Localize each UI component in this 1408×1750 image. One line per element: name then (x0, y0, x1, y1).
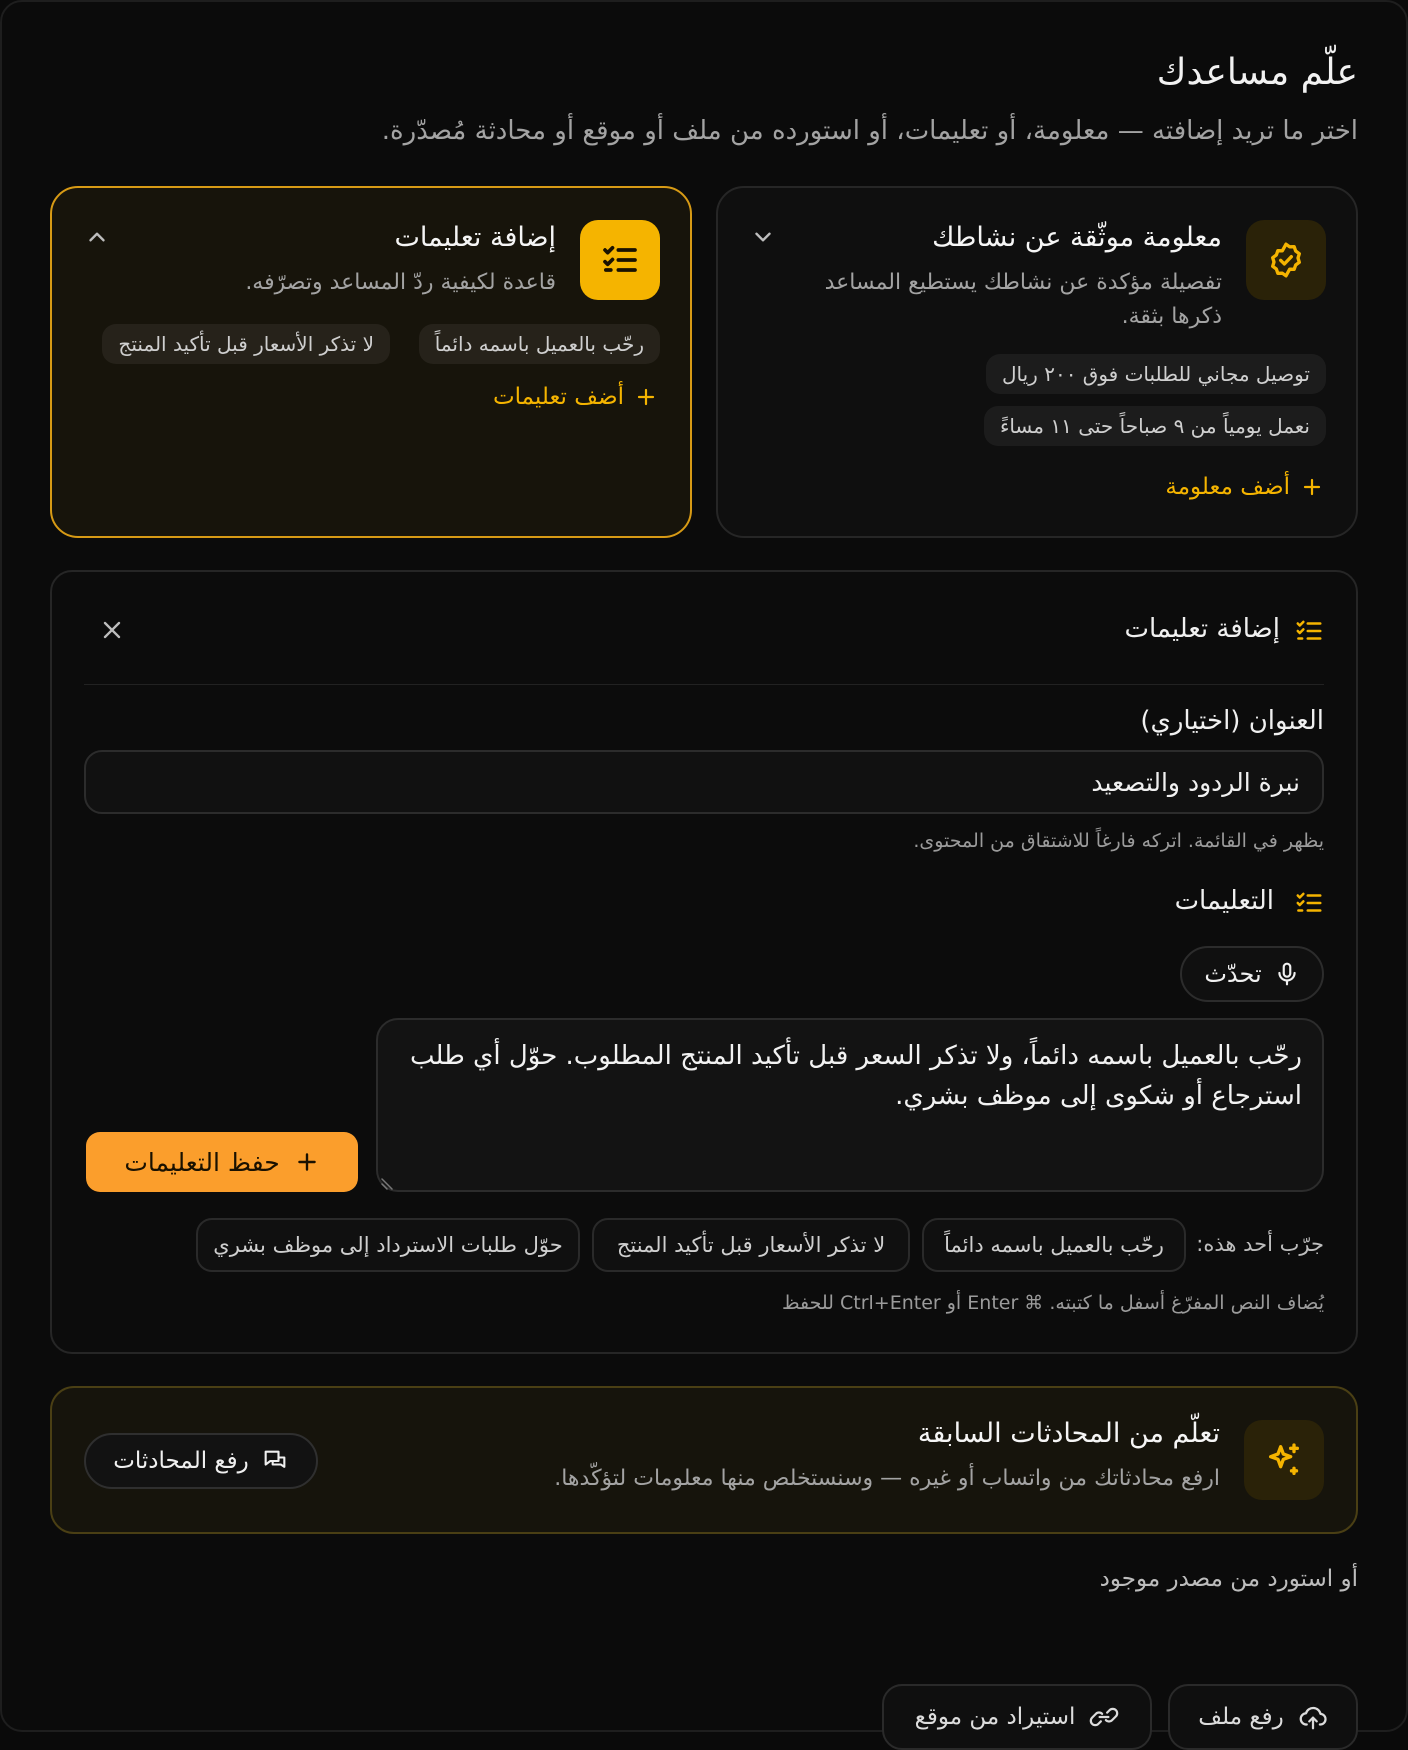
import-from-site-label: استيراد من موقع (914, 1704, 1076, 1730)
learn-description: ارفع محادثاتك من واتساب أو غيره — وسنستخ… (554, 1466, 1220, 1491)
editor-title: إضافة تعليمات (1124, 614, 1280, 644)
instruction-item: لا تذكر الأسعار قبل تأكيد المنتج (102, 324, 390, 364)
chevron-down-icon[interactable] (748, 222, 778, 252)
fact-item: نعمل يومياً من ٩ صباحاً حتى ١١ مساءً (983, 406, 1326, 446)
instructions-field-label: التعليمات (1174, 886, 1274, 916)
close-icon[interactable] (98, 616, 126, 644)
import-from-site-button[interactable]: استيراد من موقع (882, 1684, 1152, 1750)
fact-card-description: تفصيلة مؤكدة عن نشاطك يستطيع المساعد ذكر… (824, 270, 1222, 329)
editor-divider (84, 684, 1324, 685)
suggestion-chip[interactable]: لا تذكر الأسعار قبل تأكيد المنتج (592, 1218, 910, 1272)
chat-bubbles-icon (264, 1450, 286, 1468)
cloud-upload-icon (1299, 1706, 1327, 1730)
fact-item: توصيل مجاني للطلبات فوق ٢٠٠ ريال (985, 354, 1326, 394)
add-fact-button[interactable]: أضف معلومة (1165, 474, 1324, 500)
title-field-hint: يظهر في القائمة. اتركه فارغاً للاشتقاق م… (913, 830, 1324, 852)
import-label: أو استورد من مصدر موجود (1099, 1566, 1358, 1592)
learn-title: تعلّم من المحادثات السابقة (917, 1418, 1220, 1449)
fact-card-title: معلومة موثّقة عن نشاطك (932, 222, 1222, 253)
upload-file-label: رفع ملف (1198, 1704, 1284, 1730)
instructions-textarea[interactable]: رحّب بالعميل باسمه دائماً، ولا تذكر السع… (376, 1018, 1324, 1192)
badge-check-icon (1246, 220, 1326, 300)
upload-conversations-label: رفع المحادثات (113, 1448, 249, 1474)
page-subtitle: اختر ما تريد إضافته — معلومة، أو تعليمات… (381, 116, 1358, 146)
footer-hint: يُضاف النص المفرّغ أسفل ما كتبته. ⌘ Ente… (781, 1292, 1324, 1314)
link-icon (1090, 1707, 1119, 1727)
title-field[interactable] (84, 750, 1324, 814)
page-title: علّم مساعدك (1156, 52, 1358, 93)
talk-label: تحدّث (1204, 960, 1262, 988)
upload-conversations-button[interactable]: رفع المحادثات (84, 1433, 318, 1489)
talk-button[interactable]: تحدّث (1180, 946, 1324, 1002)
save-label: حفظ التعليمات (124, 1147, 280, 1177)
suggestion-chip[interactable]: حوّل طلبات الاسترداد إلى موظف بشري (196, 1218, 580, 1272)
suggestion-chip[interactable]: رحّب بالعميل باسمه دائماً (922, 1218, 1186, 1272)
save-instructions-button[interactable]: حفظ التعليمات (86, 1132, 358, 1192)
upload-file-button[interactable]: رفع ملف (1168, 1684, 1358, 1750)
add-fact-label: أضف معلومة (1165, 474, 1290, 500)
list-checks-icon (1294, 616, 1324, 646)
add-instructions-label: أضف تعليمات (492, 384, 624, 410)
instructions-card[interactable]: إضافة تعليمات قاعدة لكيفية ردّ المساعد و… (50, 186, 692, 538)
list-checks-icon (580, 220, 660, 300)
chevron-up-icon[interactable] (82, 222, 112, 252)
instructions-card-title: إضافة تعليمات (394, 222, 557, 253)
fact-card[interactable]: معلومة موثّقة عن نشاطك تفصيلة مؤكدة عن ن… (716, 186, 1358, 538)
instructions-card-description: قاعدة لكيفية ردّ المساعد وتصرّفه. (245, 270, 556, 295)
plus-icon (637, 388, 655, 406)
resize-handle-icon[interactable] (380, 1176, 394, 1190)
instruction-item: رحّب بالعميل باسمه دائماً (418, 324, 660, 364)
plus-icon (1303, 478, 1321, 496)
sparkles-icon (1244, 1420, 1324, 1500)
add-instructions-button[interactable]: أضف تعليمات (493, 384, 658, 410)
microphone-icon (1278, 962, 1296, 986)
title-field-label: العنوان (اختياري) (1140, 706, 1324, 736)
suggestions-label: جرّب أحد هذه: (1196, 1232, 1324, 1256)
plus-icon (297, 1153, 316, 1171)
list-checks-icon (1294, 888, 1324, 918)
